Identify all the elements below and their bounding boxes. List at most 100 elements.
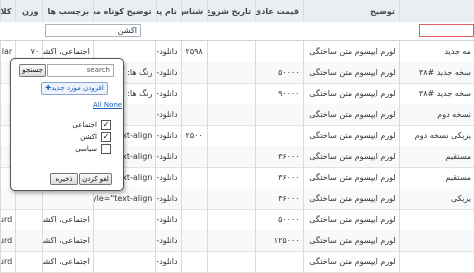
cell-sale-start[interactable] <box>206 62 255 83</box>
header-short-description[interactable]: توضیح کوتاه محصول <box>93 0 155 22</box>
cell-name[interactable]: دانلود- <box>155 251 180 272</box>
cell-col1[interactable]: urd <box>0 230 15 251</box>
cell-price[interactable]: ۵۰۰۰۰ <box>254 209 303 230</box>
cell-weight[interactable] <box>15 209 42 230</box>
cell-sale-start[interactable] <box>206 83 255 104</box>
cell-col1[interactable]: urd <box>0 251 15 272</box>
table-row[interactable]: لورم ایپسوم متن ساختگی ۵۰۰۰۰ دانلود- اجتماع… <box>0 209 474 231</box>
cell-id[interactable] <box>180 146 207 167</box>
cell-price[interactable]: ۹۰۰۰۰ <box>254 83 303 104</box>
cell-extra[interactable] <box>398 251 474 272</box>
header-description[interactable]: توضیح <box>302 0 399 22</box>
cell-price[interactable] <box>254 104 303 125</box>
cell-description[interactable]: لورم ایپسوم متن ساختگی <box>302 41 399 62</box>
option-political[interactable]: سیاسی <box>41 143 111 154</box>
cell-tags[interactable] <box>42 188 93 209</box>
cell-id[interactable] <box>180 104 207 125</box>
cell-extra[interactable] <box>398 230 474 251</box>
cell-short-description[interactable] <box>92 251 156 272</box>
cell-description[interactable]: لورم ایپسوم متن ساختگی <box>302 167 399 188</box>
cell-short-description[interactable] <box>92 209 156 230</box>
header-id[interactable]: شناس... <box>180 0 207 22</box>
cell-price[interactable] <box>254 251 303 272</box>
cell-description[interactable]: لورم ایپسوم متن ساختگی <box>302 104 399 125</box>
cell-sale-start[interactable] <box>206 125 255 146</box>
cell-name[interactable]: دانلود- <box>155 167 180 188</box>
cell-id[interactable] <box>180 167 207 188</box>
header-sale-start[interactable]: تاریخ شروع ف... <box>207 0 255 22</box>
cell-name[interactable]: دانلود- <box>155 62 180 83</box>
cell-name[interactable]: دانلود- <box>155 209 180 230</box>
cell-name[interactable]: دانلود- <box>155 104 180 125</box>
cell-price[interactable] <box>254 125 303 146</box>
cell-description[interactable]: لورم ایپسوم متن ساختگی <box>302 188 399 209</box>
cell-weight[interactable] <box>15 230 42 251</box>
cell-id[interactable]: ۲۵۹۸ <box>180 41 207 62</box>
cell-extra[interactable]: مه جدید <box>398 41 474 62</box>
cell-extra[interactable]: یزیکی نسخه دوم <box>398 125 474 146</box>
cell-weight[interactable] <box>15 188 42 209</box>
table-row[interactable]: یزیکیلورم ایپسوم متن ساختگی۳۶۰۰۰ دانلود-p… <box>0 188 474 210</box>
cancel-button[interactable]: لغو کردن <box>79 173 112 185</box>
cell-price[interactable]: ۳۶۰۰۰ <box>254 146 303 167</box>
cell-id[interactable] <box>180 83 207 104</box>
popup-search-button[interactable]: جستجو <box>19 64 46 77</box>
cell-col1[interactable] <box>0 188 15 209</box>
cell-tags[interactable]: اجتماعی، اکشن، ... <box>42 251 93 272</box>
cell-name[interactable]: دانلود- <box>155 188 180 209</box>
cell-price[interactable]: ۳۶۰۰۰ <box>254 188 303 209</box>
header-col1[interactable]: کلا <box>0 0 15 22</box>
cell-description[interactable]: لورم ایپسوم متن ساختگی <box>302 62 399 83</box>
cell-id[interactable]: ۲۵۰۰ <box>180 125 207 146</box>
cell-short-description[interactable] <box>92 230 156 251</box>
cell-sale-start[interactable] <box>206 209 255 230</box>
cell-description[interactable]: لورم ایپسوم متن ساختگی <box>302 209 399 230</box>
table-row[interactable]: لورم ایپسوم متن ساختگی دانلود- اجتماعی، اک… <box>0 251 474 273</box>
cell-description[interactable]: لورم ایپسوم متن ساختگی <box>302 230 399 251</box>
option-action[interactable]: اکشن ✓ <box>41 131 111 142</box>
header-extra[interactable] <box>398 0 474 22</box>
cell-extra[interactable]: مستقیم <box>398 146 474 167</box>
cell-extra[interactable]: سخه جدید #۳۸ <box>398 83 474 104</box>
cell-id[interactable] <box>180 230 207 251</box>
cell-tags[interactable]: اجتماعی، اکشن، ... <box>42 209 93 230</box>
cell-name[interactable]: دانلود- <box>155 146 180 167</box>
cell-sale-start[interactable] <box>206 167 255 188</box>
cell-description[interactable]: لورم ایپسوم متن ساختگی <box>302 125 399 146</box>
cell-sale-start[interactable] <box>206 104 255 125</box>
cell-price[interactable]: ۳۶۰۰۰ <box>254 167 303 188</box>
filter-tags-input[interactable]: اکشن <box>45 24 141 37</box>
option-checkbox[interactable]: ✓ <box>101 131 111 142</box>
cell-short-description[interactable]: p style="text-align: <box>92 188 156 209</box>
header-price[interactable]: قیمت عادی <box>255 0 303 22</box>
cell-name[interactable]: دانلود- <box>155 125 180 146</box>
cell-sale-start[interactable] <box>206 230 255 251</box>
cell-id[interactable] <box>180 62 207 83</box>
cell-id[interactable] <box>180 209 207 230</box>
cell-name[interactable]: دانلود- <box>155 41 180 62</box>
popup-search-input[interactable]: search <box>47 64 114 77</box>
table-row[interactable]: لورم ایپسوم متن ساختگی ۱۲۵۰۰۰ دانلود- اجتما… <box>0 230 474 252</box>
select-none-link[interactable]: None <box>104 101 122 109</box>
cell-sale-start[interactable] <box>206 41 255 62</box>
option-social[interactable]: اجتماعی ✓ <box>41 119 111 130</box>
cell-weight[interactable] <box>15 251 42 272</box>
cell-extra[interactable]: نسخه دوم <box>398 104 474 125</box>
cell-description[interactable]: لورم ایپسوم متن ساختگی <box>302 83 399 104</box>
cell-extra[interactable]: سخه جدید #۳۸ <box>398 62 474 83</box>
filter-extra-input[interactable] <box>419 24 474 37</box>
cell-sale-start[interactable] <box>206 188 255 209</box>
cell-id[interactable] <box>180 251 207 272</box>
cell-extra[interactable]: مستقیم <box>398 167 474 188</box>
add-new-item-button[interactable]: ✚افزودن مورد جدید <box>41 82 108 95</box>
cell-extra[interactable]: یزیکی <box>398 188 474 209</box>
cell-tags[interactable]: اجتماعی، اکشن، ... <box>42 230 93 251</box>
header-tags[interactable]: برچسب ها <box>42 0 93 22</box>
option-checkbox[interactable]: ✓ <box>101 119 111 130</box>
cell-description[interactable]: لورم ایپسوم متن ساختگی <box>302 251 399 272</box>
cell-name[interactable]: دانلود- <box>155 83 180 104</box>
cell-price[interactable]: ۵۰۰۰۰ <box>254 62 303 83</box>
cell-id[interactable] <box>180 188 207 209</box>
header-weight[interactable]: وزن <box>15 0 42 22</box>
option-checkbox[interactable] <box>101 143 111 154</box>
